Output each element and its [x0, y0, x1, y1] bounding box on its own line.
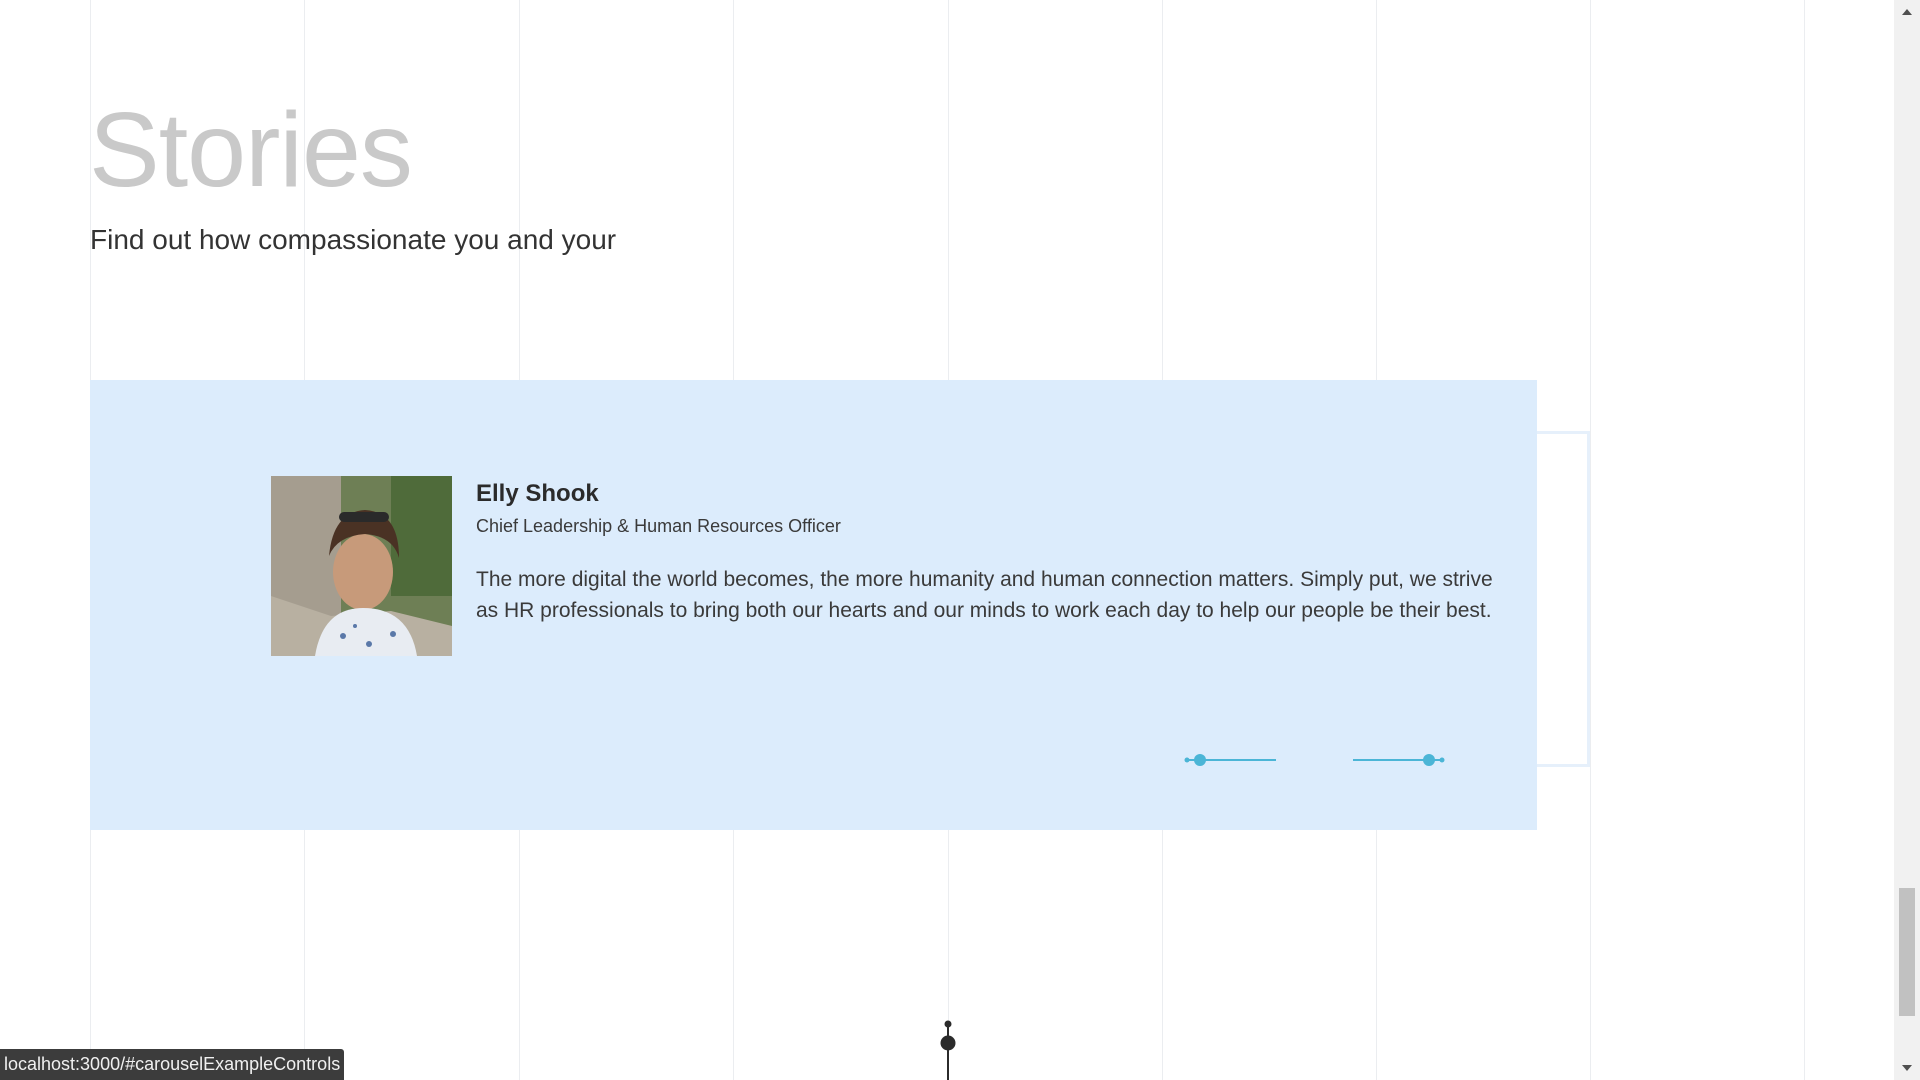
timeline-marker-icon	[938, 1018, 958, 1080]
grid-line	[1590, 0, 1591, 1080]
carousel-next-button[interactable]	[1350, 748, 1445, 772]
scrollbar-thumb[interactable]	[1899, 888, 1915, 1016]
section-title: Stories	[89, 91, 413, 209]
status-bar-url: localhost:3000/#carouselExampleControls	[0, 1049, 345, 1080]
scroll-down-arrow-icon[interactable]	[1894, 1058, 1920, 1078]
section-subtitle: Find out how compassionate you and your	[90, 224, 617, 255]
line-arrow-right-icon	[1353, 754, 1445, 766]
grid-line	[1804, 0, 1805, 1080]
carousel-prev-button[interactable]	[1184, 748, 1279, 772]
line-arrow-left-icon	[1184, 754, 1276, 766]
vertical-scrollbar[interactable]	[1894, 0, 1920, 1080]
story-name: Elly Shook	[476, 480, 599, 507]
story-quote: The more digital the world becomes, the …	[476, 568, 1493, 622]
story-role: Chief Leadership & Human Resources Offic…	[476, 516, 841, 536]
scroll-up-arrow-icon[interactable]	[1894, 2, 1920, 22]
story-carousel: Elly Shook Chief Leadership & Human Reso…	[90, 380, 1537, 830]
page: Stories Find out how compassionate you a…	[0, 0, 1920, 1080]
avatar	[271, 476, 452, 656]
